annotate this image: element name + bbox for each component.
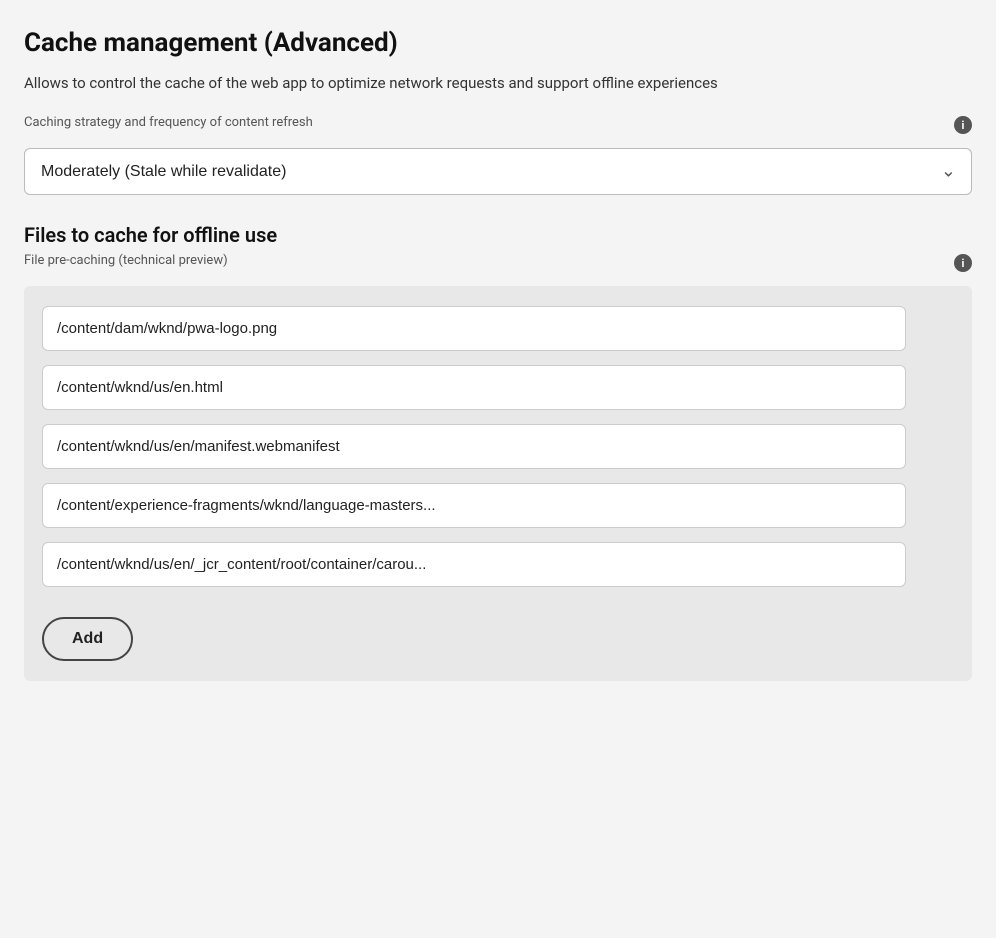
file-input-4[interactable] xyxy=(42,483,906,528)
files-section-heading: Files to cache for offline use xyxy=(24,223,972,247)
caching-strategy-label: Caching strategy and frequency of conten… xyxy=(24,115,313,130)
move-button-4[interactable] xyxy=(942,501,954,509)
file-row xyxy=(42,424,954,469)
page-title: Cache management (Advanced) xyxy=(24,28,972,58)
caching-strategy-info-icon[interactable]: i xyxy=(954,116,972,134)
caching-strategy-dropdown-wrapper: Moderately (Stale while revalidate) Freq… xyxy=(24,148,972,195)
file-input-1[interactable] xyxy=(42,306,906,351)
move-button-3[interactable] xyxy=(942,442,954,450)
delete-button-5[interactable] xyxy=(918,560,930,568)
files-section-container: Add xyxy=(24,286,972,681)
delete-button-4[interactable] xyxy=(918,501,930,509)
caching-strategy-select[interactable]: Moderately (Stale while revalidate) Freq… xyxy=(24,148,972,195)
file-row xyxy=(42,542,954,587)
file-row xyxy=(42,365,954,410)
pre-cache-label: File pre-caching (technical preview) xyxy=(24,253,228,268)
add-button[interactable]: Add xyxy=(42,617,133,661)
pre-cache-info-icon[interactable]: i xyxy=(954,254,972,272)
delete-button-1[interactable] xyxy=(918,324,930,332)
file-row xyxy=(42,306,954,351)
delete-button-3[interactable] xyxy=(918,442,930,450)
file-row xyxy=(42,483,954,528)
file-input-3[interactable] xyxy=(42,424,906,469)
move-button-1[interactable] xyxy=(942,324,954,332)
file-input-5[interactable] xyxy=(42,542,906,587)
move-button-2[interactable] xyxy=(942,383,954,391)
file-input-2[interactable] xyxy=(42,365,906,410)
delete-button-2[interactable] xyxy=(918,383,930,391)
move-button-5[interactable] xyxy=(942,560,954,568)
page-description: Allows to control the cache of the web a… xyxy=(24,72,972,95)
